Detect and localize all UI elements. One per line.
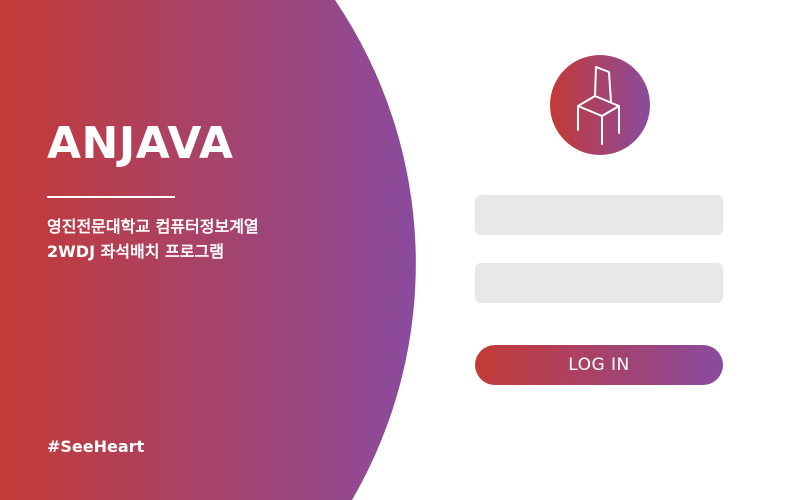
brand-divider: [47, 196, 175, 198]
brand-title: ANJAVA: [47, 118, 234, 169]
login-button[interactable]: LOG IN: [475, 345, 723, 385]
username-field[interactable]: [475, 195, 723, 235]
brand-subtitle-line-2: 2WDJ 좌석배치 프로그램: [47, 242, 224, 261]
password-field[interactable]: [475, 263, 723, 303]
login-screen: ANJAVA 영진전문대학교 컴퓨터정보계열 2WDJ 좌석배치 프로그램 #S…: [0, 0, 800, 500]
hashtag-label: #SeeHeart: [47, 437, 145, 456]
brand-subtitle-line-1: 영진전문대학교 컴퓨터정보계열: [47, 217, 259, 236]
chair-icon: [550, 55, 650, 155]
brand-subtitle: 영진전문대학교 컴퓨터정보계열 2WDJ 좌석배치 프로그램: [47, 214, 259, 264]
